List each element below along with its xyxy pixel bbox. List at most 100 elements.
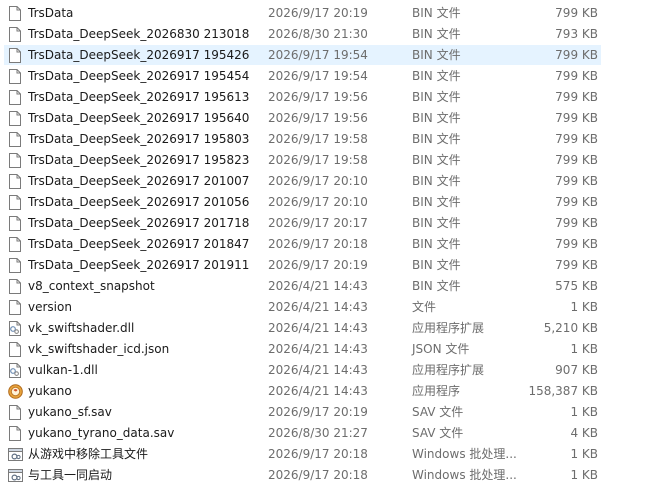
file-size: 158,387 KB (528, 384, 598, 398)
file-size: 5,210 KB (543, 321, 598, 335)
file-name: TrsData_DeepSeek_2026917 195426 (28, 48, 250, 62)
file-type: 文件 (412, 300, 437, 314)
file-modified-date: 2026/9/17 20:18 (268, 447, 368, 461)
file-type: Windows 批处理... (412, 468, 517, 482)
file-name: TrsData_DeepSeek_2026917 201007 (28, 174, 250, 188)
file-type: 应用程序扩展 (412, 363, 485, 377)
file-row[interactable]: TrsData_DeepSeek_2026917 195426 2026/9/17… (0, 45, 645, 66)
file-size: 799 KB (555, 153, 598, 167)
file-modified-date: 2026/9/17 19:56 (268, 90, 368, 104)
file-row[interactable]: TrsData_DeepSeek_2026917 201718 2026/9/17… (0, 213, 645, 234)
file-name: 从游戏中移除工具文件 (28, 447, 149, 461)
file-type: JSON 文件 (412, 342, 470, 356)
blank-file-icon (8, 426, 22, 441)
file-type: BIN 文件 (412, 153, 461, 167)
blank-file-icon (8, 48, 22, 63)
file-type: SAV 文件 (412, 405, 464, 419)
file-row[interactable]: TrsData 2026/9/17 20:19 BIN 文件 799 KB (0, 3, 645, 24)
blank-file-icon (8, 153, 22, 168)
file-row[interactable]: vk_swiftshader.dll 2026/4/21 14:43 应用程序扩展 5… (0, 318, 645, 339)
file-size: 799 KB (555, 216, 598, 230)
file-row[interactable]: TrsData_DeepSeek_2026917 201911 2026/9/17… (0, 255, 645, 276)
blank-file-icon (8, 258, 22, 273)
file-name: TrsData_DeepSeek_2026917 201718 (28, 216, 250, 230)
file-type: BIN 文件 (412, 216, 461, 230)
file-row[interactable]: TrsData_DeepSeek_2026917 195823 2026/9/17… (0, 150, 645, 171)
blank-file-icon (8, 6, 22, 21)
file-type: BIN 文件 (412, 174, 461, 188)
file-size: 799 KB (555, 195, 598, 209)
file-type: BIN 文件 (412, 48, 461, 62)
file-modified-date: 2026/4/21 14:43 (268, 321, 368, 335)
file-modified-date: 2026/9/17 20:18 (268, 237, 368, 251)
file-row[interactable]: 与工具一同启动 2026/9/17 20:18 Windows 批处理... 1 KB (0, 465, 645, 486)
blank-file-icon (8, 69, 22, 84)
file-type: BIN 文件 (412, 132, 461, 146)
file-row[interactable]: yukano 2026/4/21 14:43 应用程序 158,387 KB (0, 381, 645, 402)
file-row[interactable]: TrsData_DeepSeek_2026917 201056 2026/9/17… (0, 192, 645, 213)
app-icon (8, 384, 23, 399)
file-row[interactable]: yukano_sf.sav 2026/9/17 20:19 SAV 文件 1 KB (0, 402, 645, 423)
file-row[interactable]: 从游戏中移除工具文件 2026/9/17 20:18 Windows 批处理... 1… (0, 444, 645, 465)
file-type: SAV 文件 (412, 426, 464, 440)
file-size: 799 KB (555, 111, 598, 125)
file-size: 1 KB (570, 447, 598, 461)
file-type: BIN 文件 (412, 279, 461, 293)
blank-file-icon (8, 132, 22, 147)
file-row[interactable]: TrsData_DeepSeek_2026917 195640 2026/9/17… (0, 108, 645, 129)
file-modified-date: 2026/9/17 20:10 (268, 174, 368, 188)
file-modified-date: 2026/8/30 21:30 (268, 27, 368, 41)
file-size: 1 KB (570, 342, 598, 356)
batch-file-icon (8, 468, 23, 483)
file-type: BIN 文件 (412, 69, 461, 83)
file-size: 1 KB (570, 405, 598, 419)
file-row[interactable]: yukano_tyrano_data.sav 2026/8/30 21:27 SAV… (0, 423, 645, 444)
file-modified-date: 2026/8/30 21:27 (268, 426, 368, 440)
file-type: BIN 文件 (412, 27, 461, 41)
file-name: 与工具一同启动 (28, 468, 113, 482)
file-row[interactable]: vk_swiftshader_icd.json 2026/4/21 14:43 JS… (0, 339, 645, 360)
file-type: BIN 文件 (412, 258, 461, 272)
file-modified-date: 2026/9/17 19:54 (268, 69, 368, 83)
dll-file-icon (8, 363, 22, 378)
file-size: 1 KB (570, 300, 598, 314)
file-name: TrsData_DeepSeek_2026917 195803 (28, 132, 250, 146)
blank-file-icon (8, 342, 22, 357)
file-size: 799 KB (555, 90, 598, 104)
file-modified-date: 2026/4/21 14:43 (268, 279, 368, 293)
file-row[interactable]: v8_context_snapshot 2026/4/21 14:43 BIN 文件… (0, 276, 645, 297)
file-name: yukano (28, 384, 72, 398)
file-name: yukano_sf.sav (28, 405, 112, 419)
blank-file-icon (8, 405, 22, 420)
file-row[interactable]: TrsData_DeepSeek_2026917 195803 2026/9/17… (0, 129, 645, 150)
file-size: 799 KB (555, 174, 598, 188)
file-size: 793 KB (555, 27, 598, 41)
file-size: 799 KB (555, 258, 598, 272)
file-modified-date: 2026/9/17 19:58 (268, 132, 368, 146)
file-row[interactable]: TrsData_DeepSeek_2026830 213018 2026/8/30… (0, 24, 645, 45)
file-row[interactable]: vulkan-1.dll 2026/4/21 14:43 应用程序扩展 907 KB (0, 360, 645, 381)
file-row[interactable]: TrsData_DeepSeek_2026917 195454 2026/9/17… (0, 66, 645, 87)
file-size: 799 KB (555, 132, 598, 146)
file-row[interactable]: TrsData_DeepSeek_2026917 195613 2026/9/17… (0, 87, 645, 108)
file-size: 575 KB (555, 279, 598, 293)
file-row[interactable]: version 2026/4/21 14:43 文件 1 KB (0, 297, 645, 318)
file-type: 应用程序 (412, 384, 461, 398)
file-name: TrsData_DeepSeek_2026917 201056 (28, 195, 250, 209)
file-modified-date: 2026/9/17 19:58 (268, 153, 368, 167)
file-type: BIN 文件 (412, 111, 461, 125)
file-type: BIN 文件 (412, 90, 461, 104)
blank-file-icon (8, 279, 22, 294)
file-name: TrsData_DeepSeek_2026917 195454 (28, 69, 250, 83)
file-modified-date: 2026/9/17 20:19 (268, 405, 368, 419)
file-row[interactable]: TrsData_DeepSeek_2026917 201847 2026/9/17… (0, 234, 645, 255)
file-modified-date: 2026/4/21 14:43 (268, 342, 368, 356)
file-name: TrsData_DeepSeek_2026917 195823 (28, 153, 250, 167)
blank-file-icon (8, 174, 22, 189)
file-type: BIN 文件 (412, 237, 461, 251)
blank-file-icon (8, 90, 22, 105)
file-row[interactable]: TrsData_DeepSeek_2026917 201007 2026/9/17… (0, 171, 645, 192)
file-modified-date: 2026/9/17 20:10 (268, 195, 368, 209)
file-size: 907 KB (555, 363, 598, 377)
file-size: 1 KB (570, 468, 598, 482)
